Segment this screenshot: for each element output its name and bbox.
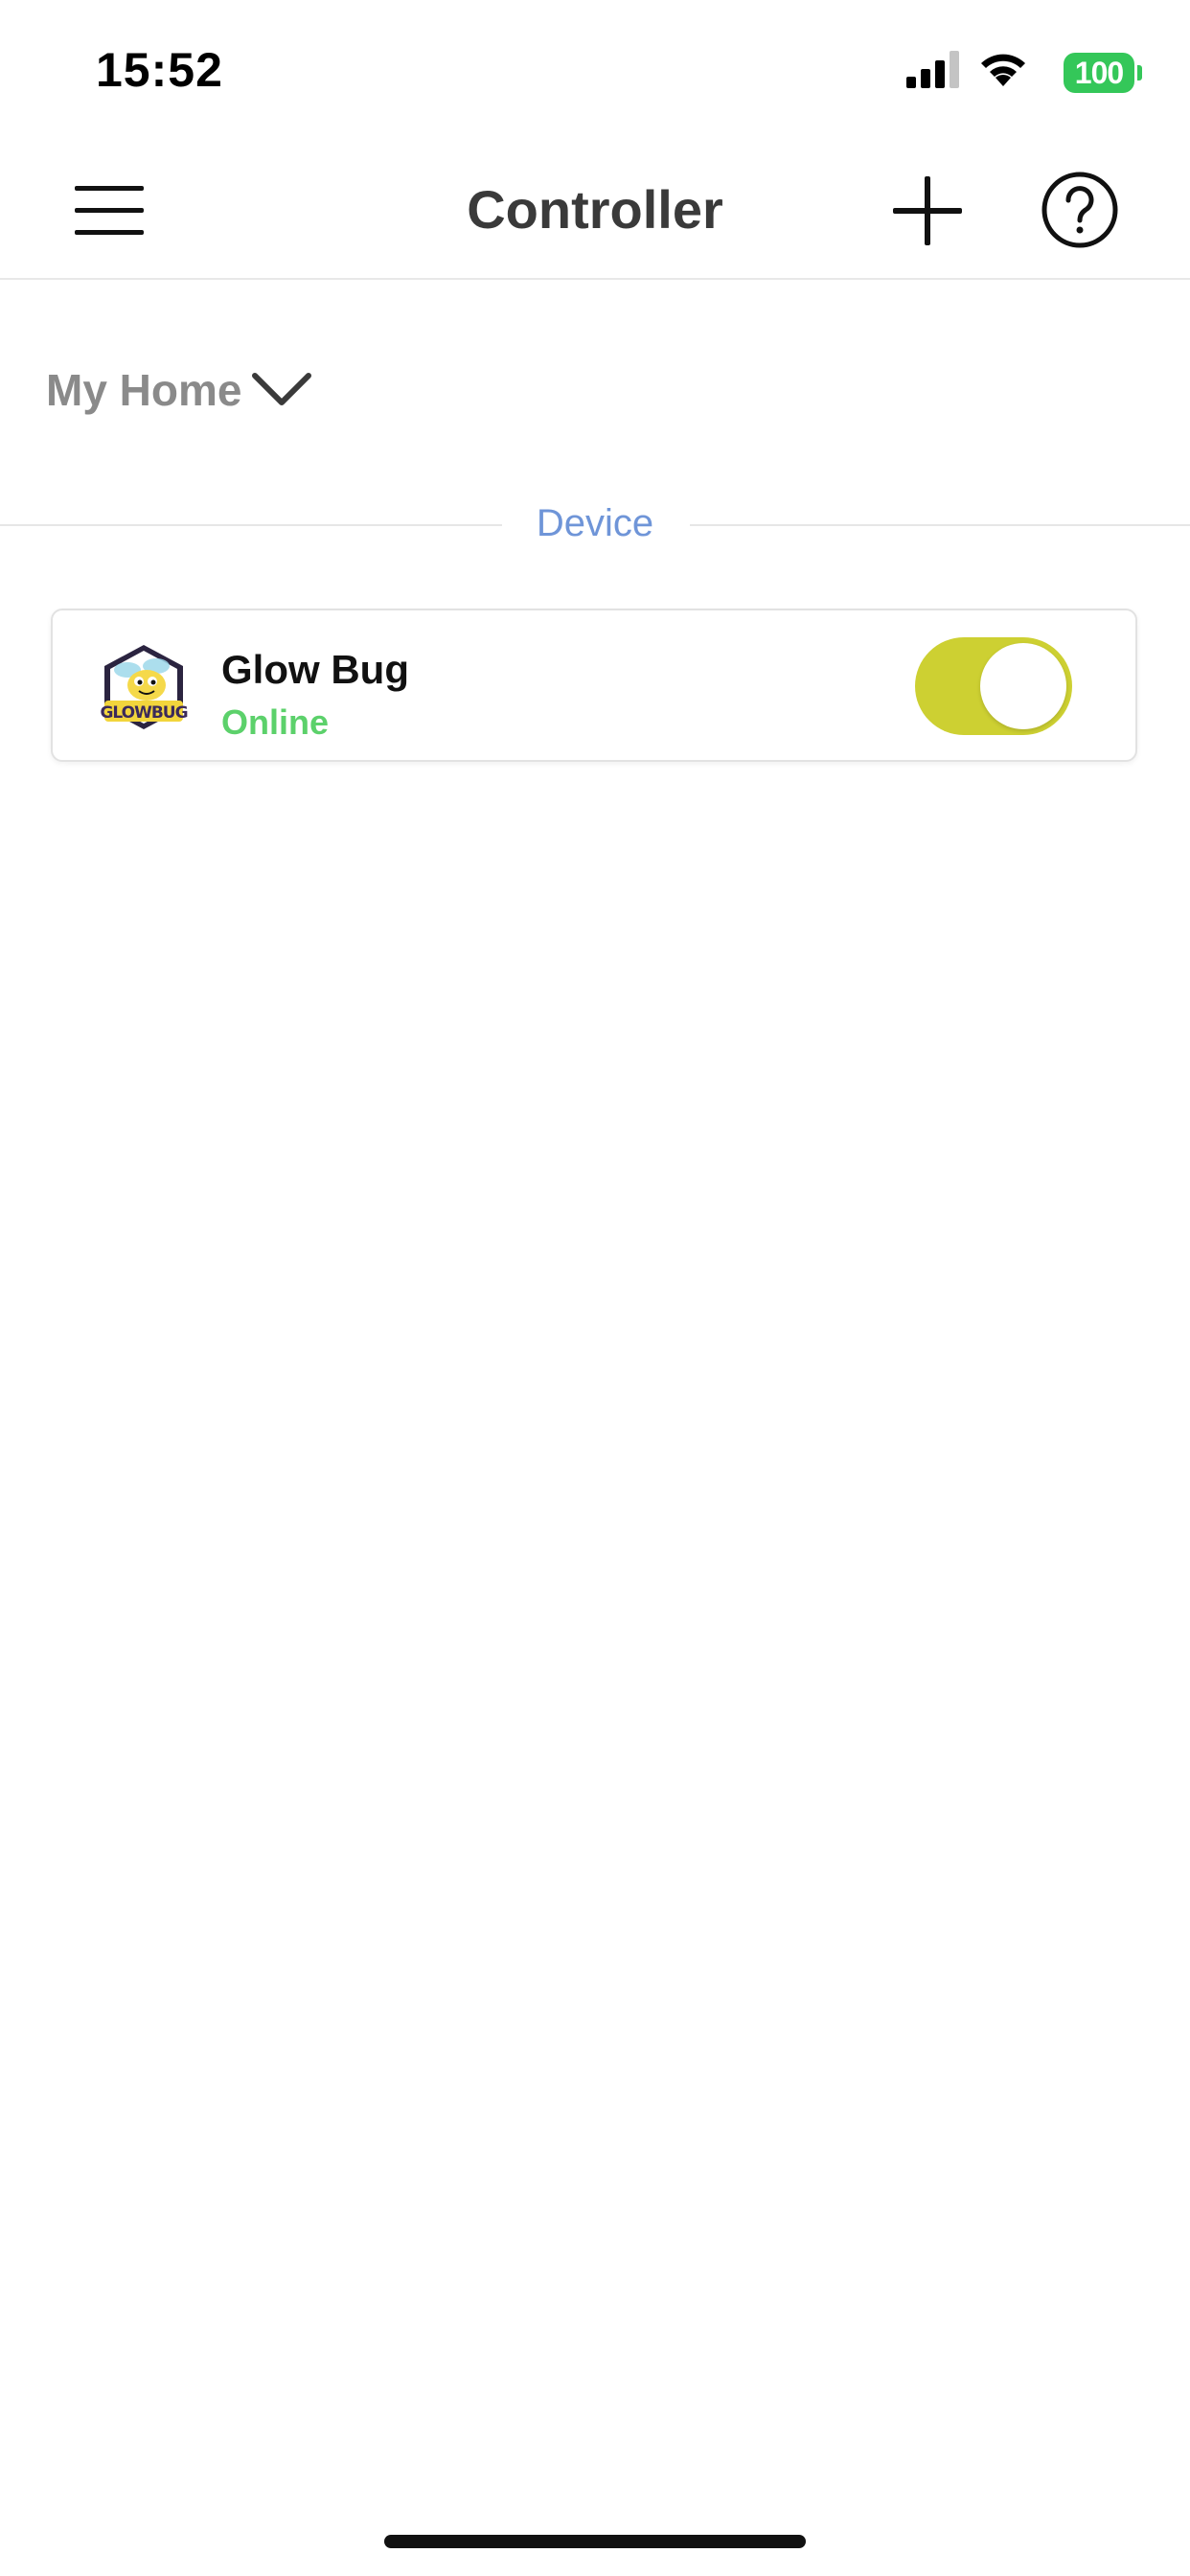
question-circle-icon[interactable] bbox=[1041, 171, 1119, 249]
battery-nub bbox=[1137, 65, 1142, 80]
status-icons bbox=[906, 50, 1029, 88]
device-name: Glow Bug bbox=[221, 647, 409, 692]
status-bar: 15:52 100 bbox=[0, 0, 1190, 144]
page-title: Controller bbox=[467, 179, 723, 240]
home-indicator[interactable] bbox=[384, 2535, 806, 2548]
divider-line bbox=[690, 524, 1190, 526]
wifi-icon bbox=[981, 54, 1025, 86]
glow-bug-logo: GLOWBUG bbox=[100, 645, 189, 729]
logo-text: GLOWBUG bbox=[100, 703, 187, 723]
cellular-signal-icon bbox=[906, 51, 959, 88]
nav-bar: Controller bbox=[0, 144, 1190, 280]
section-divider: Device bbox=[0, 500, 1190, 548]
home-selector[interactable]: My Home bbox=[46, 364, 314, 416]
device-power-toggle[interactable] bbox=[915, 637, 1072, 735]
battery-icon: 100 bbox=[1064, 53, 1134, 93]
home-label: My Home bbox=[46, 365, 242, 415]
chevron-down-icon bbox=[252, 373, 312, 405]
plus-icon[interactable] bbox=[889, 172, 966, 249]
device-card[interactable]: GLOWBUG Glow Bug Online bbox=[51, 609, 1137, 762]
device-status: Online bbox=[221, 702, 330, 742]
status-time: 15:52 bbox=[96, 43, 223, 97]
toggle-knob bbox=[980, 643, 1066, 729]
battery-level: 100 bbox=[1074, 55, 1124, 90]
hamburger-menu-icon[interactable] bbox=[75, 182, 144, 240]
